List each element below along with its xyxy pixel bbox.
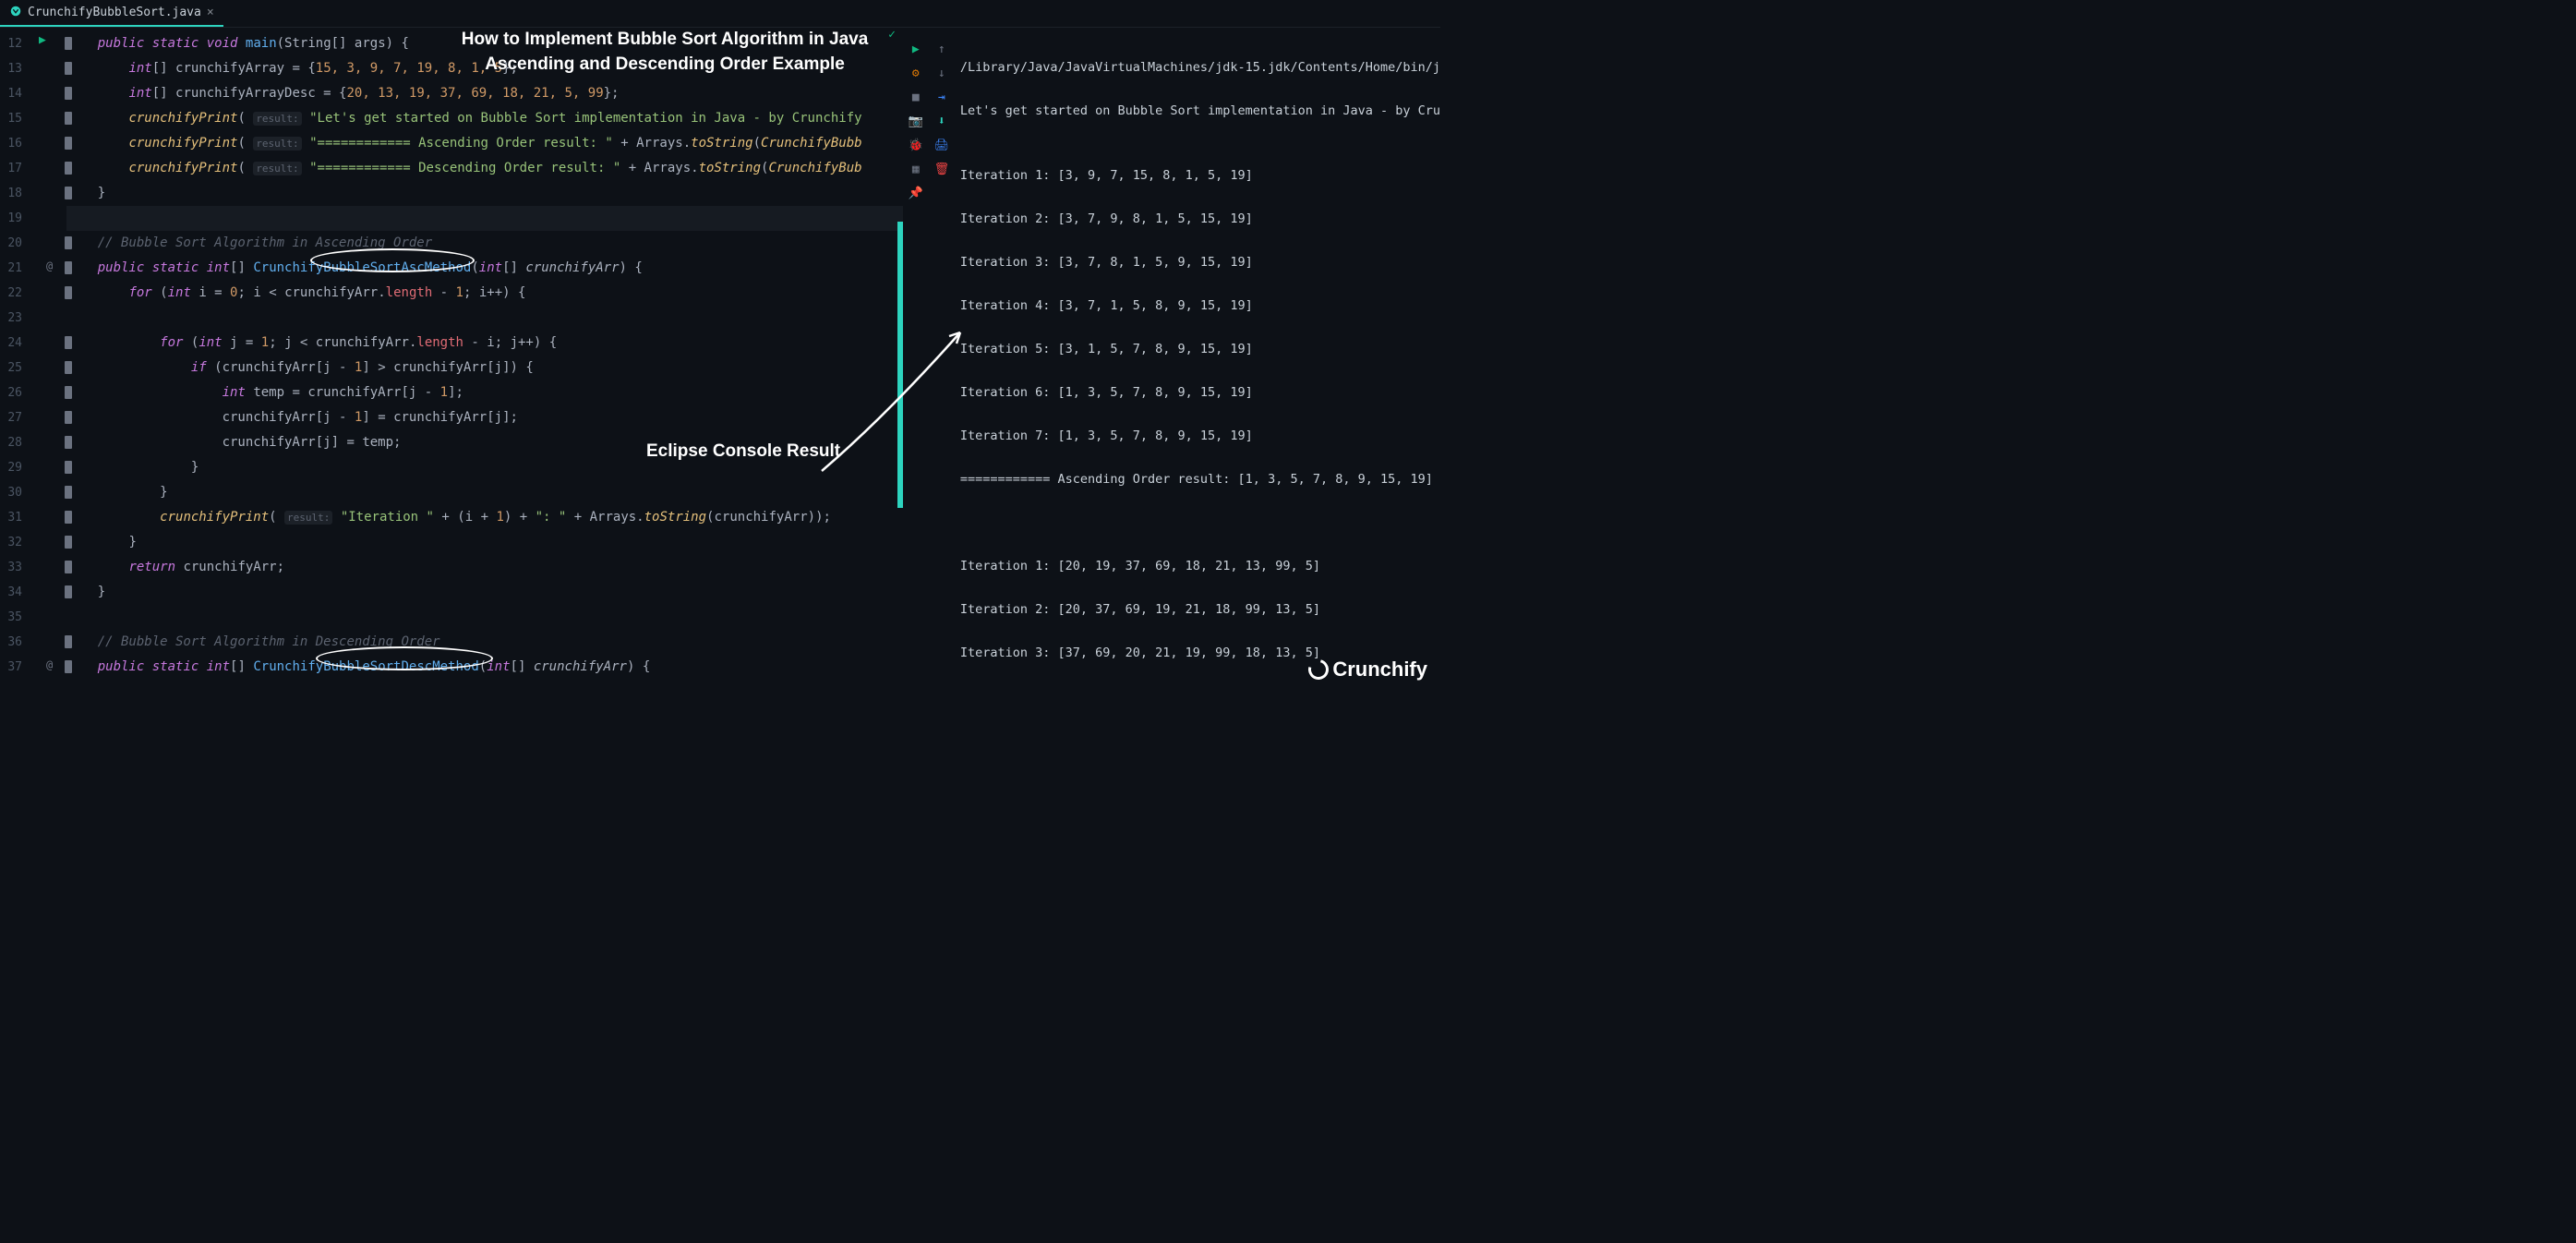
gutter-marks: ▶ @ @	[28, 28, 66, 680]
java-file-icon	[9, 5, 22, 21]
close-icon[interactable]: ×	[207, 6, 214, 19]
line-number-gutter: 121314 151617 181920 212223 242526 27282…	[0, 28, 28, 680]
crunchify-icon	[1305, 656, 1332, 683]
delete-icon[interactable]: 🗑	[933, 159, 951, 179]
brand-logo: Crunchify	[1308, 658, 1427, 682]
rerun-icon[interactable]: ▶	[907, 39, 925, 59]
arrow-annotation	[813, 323, 979, 489]
pin-icon[interactable]: 📌	[907, 183, 925, 203]
console-output[interactable]: /Library/Java/JavaVirtualMachines/jdk-15…	[955, 28, 1440, 689]
bug-icon[interactable]: 🐞	[907, 135, 925, 155]
highlight-circle-ascending	[310, 248, 475, 272]
stop-icon[interactable]: ■	[907, 87, 925, 107]
wrap-icon[interactable]: ⇥	[933, 87, 951, 107]
run-output-panel: ▶ ⚙ ■ 📷 🐞 ▦ 📌 ↑ ↓ ⇥ ⬇ 🖨 🗑 /Library/Java/…	[903, 28, 1440, 689]
override-gutter-icon[interactable]: @	[46, 259, 53, 272]
run-gutter-icon[interactable]: ▶	[39, 33, 46, 47]
layout-icon[interactable]: ▦	[907, 159, 925, 179]
settings-icon[interactable]: ⚙	[907, 63, 925, 83]
code-area[interactable]: public static void main(String[] args) {…	[66, 28, 903, 680]
print-icon[interactable]: 🖨	[933, 135, 951, 155]
highlight-circle-descending	[316, 646, 493, 670]
tutorial-title-overlay: How to Implement Bubble Sort Algorithm i…	[425, 28, 905, 77]
up-arrow-icon[interactable]: ↑	[933, 39, 951, 59]
export-icon[interactable]: ⬇	[933, 111, 951, 131]
tab-label: CrunchifyBubbleSort.java	[28, 6, 201, 19]
editor-tab-bar: CrunchifyBubbleSort.java × Run: Crunchif…	[0, 0, 1440, 28]
camera-icon[interactable]: 📷	[907, 111, 925, 131]
console-label-overlay: Eclipse Console Result	[646, 441, 840, 462]
override-gutter-icon[interactable]: @	[46, 658, 53, 671]
down-arrow-icon[interactable]: ↓	[933, 63, 951, 83]
code-editor[interactable]: 121314 151617 181920 212223 242526 27282…	[0, 28, 903, 689]
editor-tab-active[interactable]: CrunchifyBubbleSort.java ×	[0, 1, 223, 27]
